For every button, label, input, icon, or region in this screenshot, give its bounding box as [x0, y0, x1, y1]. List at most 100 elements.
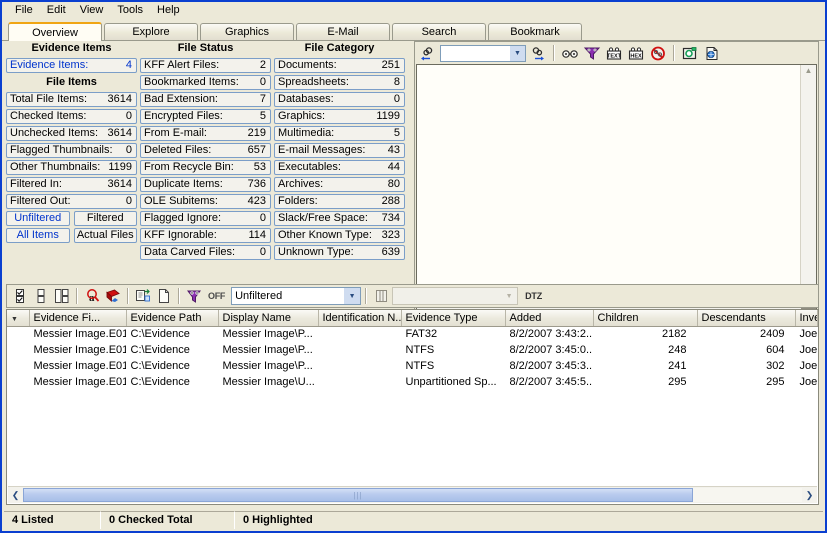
tab-bookmark[interactable]: Bookmark	[488, 23, 582, 40]
new-file-icon[interactable]	[154, 287, 174, 306]
menu-item-edit[interactable]: Edit	[40, 3, 73, 17]
table-row[interactable]: Messier Image.E01 C:\Evidence Messier Im…	[7, 358, 818, 374]
external-viewer-icon[interactable]	[702, 44, 722, 63]
viewer-canvas[interactable]	[417, 65, 801, 304]
scroll-left-icon[interactable]: ❮	[8, 490, 23, 501]
stat-kff-alert-files[interactable]: KFF Alert Files: 2	[140, 58, 271, 73]
column-header-identification-number[interactable]: Identification N...	[318, 310, 402, 327]
column-header-children[interactable]: Children	[593, 310, 698, 327]
viewer-vertical-scrollbar[interactable]: ▲ ▼	[800, 65, 816, 304]
scrollbar-thumb[interactable]: |||	[23, 488, 693, 502]
camera-snapshot-icon[interactable]	[680, 44, 700, 63]
stat-bad-extension[interactable]: Bad Extension: 7	[140, 92, 271, 107]
split-panel-icon[interactable]	[31, 287, 51, 306]
tab-explore[interactable]: Explore	[104, 23, 198, 40]
tab-overview[interactable]: Overview	[8, 22, 102, 41]
table-horizontal-scrollbar[interactable]: ❮ ||| ❯	[8, 486, 817, 503]
column-header-descendants[interactable]: Descendants	[697, 310, 796, 327]
stat-spreadsheets[interactable]: Spreadsheets: 8	[274, 75, 405, 90]
stat-folders[interactable]: Folders: 288	[274, 194, 405, 209]
button-all-items[interactable]: All Items	[6, 228, 70, 243]
column-header-investigator[interactable]: Investigator's	[795, 310, 818, 327]
sort-descending-icon[interactable]: ▼	[7, 310, 30, 327]
column-header-evidence-file[interactable]: Evidence Fi...	[29, 310, 127, 327]
chevron-down-icon[interactable]: ▼	[501, 288, 517, 304]
tab-search[interactable]: Search	[392, 23, 486, 40]
stat-flagged-ignore[interactable]: Flagged Ignore: 0	[140, 211, 271, 226]
find-previous-icon[interactable]	[418, 44, 438, 63]
stat-flagged-thumbnails[interactable]: Flagged Thumbnails: 0	[6, 143, 137, 158]
check-all-icon[interactable]	[10, 287, 30, 306]
menu-item-file[interactable]: File	[8, 3, 40, 17]
stat-unchecked-items[interactable]: Unchecked Items: 3614	[6, 126, 137, 141]
button-unfiltered[interactable]: Unfiltered	[6, 211, 70, 226]
table-row[interactable]: Messier Image.E01 C:\Evidence Messier Im…	[7, 342, 818, 358]
chevron-down-icon[interactable]: ▼	[510, 45, 525, 61]
stat-checked-items[interactable]: Checked Items: 0	[6, 109, 137, 124]
chevron-down-icon[interactable]: ▼	[344, 288, 361, 304]
table-row[interactable]: Messier Image.E01 C:\Evidence Messier Im…	[7, 326, 818, 342]
hex-view-icon[interactable]: HEX	[626, 44, 646, 63]
menu-item-view[interactable]: View	[73, 3, 111, 17]
column-header-evidence-type[interactable]: Evidence Type	[401, 310, 506, 327]
stat-duplicate-items[interactable]: Duplicate Items: 736	[140, 177, 271, 192]
find-next-icon[interactable]	[528, 44, 548, 63]
copy-items-icon[interactable]	[133, 287, 153, 306]
column-settings-icon[interactable]	[371, 287, 391, 306]
toolbar-separator	[127, 288, 129, 304]
stat-multimedia[interactable]: Multimedia: 5	[274, 126, 405, 141]
stat-other-thumbnails[interactable]: Other Thumbnails: 1199	[6, 160, 137, 175]
column-header-added[interactable]: Added	[505, 310, 594, 327]
button-actual-files[interactable]: Actual Files	[73, 228, 137, 243]
menu-item-tools[interactable]: Tools	[110, 3, 150, 17]
stat-unknown-type[interactable]: Unknown Type: 639	[274, 245, 405, 260]
column-header-display-name[interactable]: Display Name	[218, 310, 319, 327]
viewer-search-combo[interactable]: ▼	[440, 44, 526, 62]
tab-email[interactable]: E-Mail	[296, 23, 390, 40]
stat-other-known-type[interactable]: Other Known Type: 323	[274, 228, 405, 243]
menu-item-help[interactable]: Help	[150, 3, 187, 17]
scrollbar-track[interactable]: |||	[23, 488, 802, 502]
tab-graphics[interactable]: Graphics	[200, 23, 294, 40]
button-filtered[interactable]: Filtered	[73, 211, 137, 226]
stat-slack-free-space[interactable]: Slack/Free Space: 734	[274, 211, 405, 226]
row-checkbox-cell[interactable]	[7, 326, 29, 342]
row-checkbox-cell[interactable]	[7, 374, 29, 390]
stat-archives[interactable]: Archives: 80	[274, 177, 405, 192]
stat-encrypted-files[interactable]: Encrypted Files: 5	[140, 109, 271, 124]
text-view-icon[interactable]: TEXT	[604, 44, 624, 63]
stat-total-file-items[interactable]: Total File Items: 3614	[6, 92, 137, 107]
stat-value: 288	[381, 195, 400, 207]
column-settings-select[interactable]: ▼	[392, 287, 519, 305]
filter-select[interactable]: Unfiltered ▼	[231, 287, 362, 305]
find-text-icon[interactable]: a	[82, 287, 102, 306]
glasses-view-icon[interactable]	[560, 44, 580, 63]
no-view-icon[interactable]	[648, 44, 668, 63]
row-checkbox-cell[interactable]	[7, 342, 29, 358]
stat-graphics[interactable]: Graphics: 1199	[274, 109, 405, 124]
stat-bookmarked-items[interactable]: Bookmarked Items: 0	[140, 75, 271, 90]
scroll-right-icon[interactable]: ❯	[802, 490, 817, 501]
stat-filtered-out[interactable]: Filtered Out: 0	[6, 194, 137, 209]
filter-icon[interactable]	[184, 287, 204, 306]
stat-email-messages[interactable]: E-mail Messages: 43	[274, 143, 405, 158]
scroll-up-icon[interactable]: ▲	[801, 65, 816, 77]
stat-deleted-files[interactable]: Deleted Files: 657	[140, 143, 271, 158]
stat-ole-subitems[interactable]: OLE Subitems: 423	[140, 194, 271, 209]
row-checkbox-cell[interactable]	[7, 358, 29, 374]
column-header-evidence-path[interactable]: Evidence Path	[126, 310, 219, 327]
stat-filtered-in[interactable]: Filtered In: 3614	[6, 177, 137, 192]
stat-from-email[interactable]: From E-mail: 219	[140, 126, 271, 141]
stat-evidence-items[interactable]: Evidence Items: 4	[6, 58, 137, 73]
stat-from-recycle-bin[interactable]: From Recycle Bin: 53	[140, 160, 271, 175]
stat-executables[interactable]: Executables: 44	[274, 160, 405, 175]
stat-kff-ignorable[interactable]: KFF Ignorable: 114	[140, 228, 271, 243]
stat-databases[interactable]: Databases: 0	[274, 92, 405, 107]
stat-data-carved-files[interactable]: Data Carved Files: 0	[140, 245, 271, 260]
tile-panel-icon[interactable]	[52, 287, 72, 306]
table-row[interactable]: Messier Image.E01 C:\Evidence Messier Im…	[7, 374, 818, 390]
bookmark-icon[interactable]	[103, 287, 123, 306]
application-window: File Edit View Tools Help Overview Explo…	[0, 0, 827, 533]
stat-documents[interactable]: Documents: 251	[274, 58, 405, 73]
filtered-view-icon[interactable]	[582, 44, 602, 63]
